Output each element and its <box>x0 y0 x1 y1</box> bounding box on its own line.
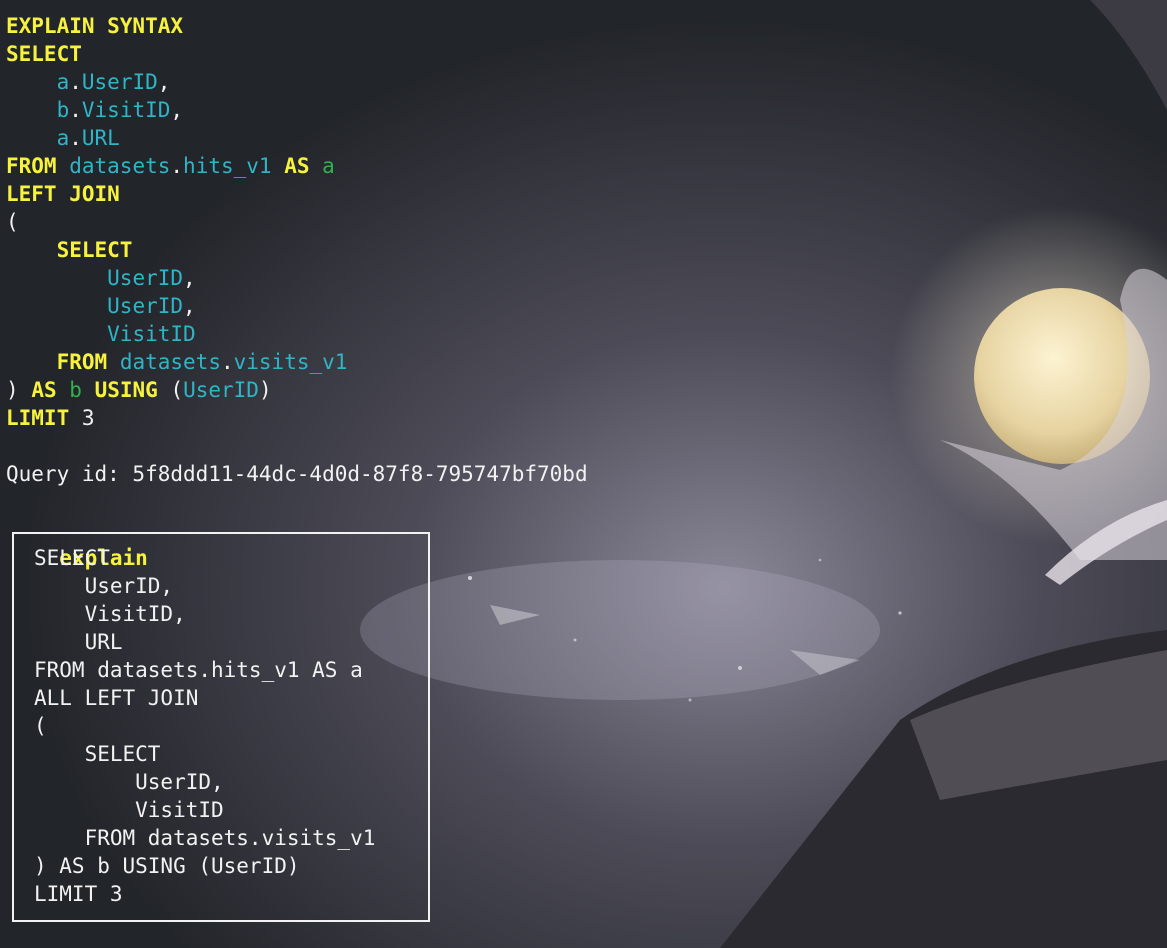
query-token: LEFT JOIN <box>6 182 120 206</box>
query-token <box>6 238 57 262</box>
query-token: b <box>56 98 70 122</box>
query-token <box>6 98 57 122</box>
query-token: . <box>69 70 82 94</box>
query-token: ( <box>157 378 184 402</box>
query-line: a.UserID, <box>6 68 588 96</box>
query-token: visits_v1 <box>233 350 348 374</box>
explain-result-row: URL <box>34 630 123 654</box>
query-token <box>57 378 70 402</box>
query-token: UserID <box>107 294 184 318</box>
query-token <box>6 126 57 150</box>
explain-result-row: SELECT <box>34 742 161 766</box>
explain-result-row: ALL LEFT JOIN <box>34 686 199 710</box>
query-line: LIMIT 3 <box>6 404 588 432</box>
explain-result-row: UserID, <box>34 770 224 794</box>
query-line: a.URL <box>6 124 588 152</box>
query-token: UserID <box>107 266 184 290</box>
query-token <box>6 294 107 318</box>
explain-result-rows: SELECT UserID, VisitID, URL FROM datasets… <box>34 544 375 908</box>
query-token: FROM <box>6 154 57 178</box>
query-line: EXPLAIN SYNTAX <box>6 12 588 40</box>
query-line: Query id: 5f8ddd11-44dc-4d0d-87f8-795747… <box>6 460 588 488</box>
query-line: VisitID <box>6 320 588 348</box>
query-token: , <box>157 70 171 94</box>
query-token: a <box>322 154 335 178</box>
query-line: LEFT JOIN <box>6 180 588 208</box>
query-token <box>6 266 107 290</box>
query-token: EXPLAIN SYNTAX <box>6 14 184 38</box>
explain-result-row: SELECT <box>34 546 110 570</box>
query-token: VisitID <box>107 322 196 346</box>
query-token: hits_v1 <box>183 154 272 178</box>
query-token <box>272 154 285 178</box>
explain-result-row: VisitID, <box>34 602 186 626</box>
query-token: , <box>183 266 196 290</box>
explain-result-row: FROM datasets.visits_v1 <box>34 826 376 850</box>
query-token <box>310 154 323 178</box>
query-token <box>82 378 95 402</box>
query-token: a <box>56 126 70 150</box>
query-token <box>19 378 32 402</box>
query-token <box>6 350 57 374</box>
query-line: SELECT <box>6 40 588 68</box>
query-token: ( <box>6 210 19 234</box>
query-line: ) AS b USING (UserID) <box>6 376 588 404</box>
query-token: UserID <box>81 70 158 94</box>
explain-result-row: FROM datasets.hits_v1 AS a <box>34 658 363 682</box>
query-token <box>107 350 120 374</box>
query-line: FROM datasets.visits_v1 <box>6 348 588 376</box>
query-token: . <box>220 350 234 374</box>
query-token: ) <box>6 378 19 402</box>
query-line: b.VisitID, <box>6 96 588 124</box>
query-token: datasets <box>69 154 171 178</box>
query-token: AS <box>284 154 310 178</box>
query-token: ) <box>258 378 272 402</box>
query-token: b <box>69 378 82 402</box>
query-token: UserID <box>183 378 259 402</box>
explain-result-row: ( <box>34 714 47 738</box>
query-token: a <box>56 70 70 94</box>
query-token: VisitID <box>81 98 171 122</box>
query-token: , <box>170 98 184 122</box>
query-token: SELECT <box>6 42 82 66</box>
query-token: . <box>69 98 82 122</box>
query-token: USING <box>94 378 158 402</box>
query-token: SELECT <box>56 238 133 262</box>
query-token: . <box>69 126 82 150</box>
query-line: ( <box>6 208 588 236</box>
query-token: FROM <box>56 350 108 374</box>
query-token: datasets <box>119 350 221 374</box>
query-line: UserID, <box>6 264 588 292</box>
explain-result-row: LIMIT 3 <box>34 882 123 906</box>
query-token <box>57 154 70 178</box>
query-token: , <box>183 294 196 318</box>
query-token <box>6 70 57 94</box>
query-token: URL <box>81 126 120 150</box>
explain-result-row: UserID, <box>34 574 174 598</box>
terminal-query-text: EXPLAIN SYNTAX SELECT a.UserID, b.VisitID… <box>6 12 588 488</box>
query-token: Query id: 5f8ddd11-44dc-4d0d-87f8-795747… <box>6 462 588 486</box>
query-token: LIMIT <box>6 406 70 430</box>
query-line <box>6 432 588 460</box>
explain-result-row: ) AS b USING (UserID) <box>34 854 300 878</box>
query-token: . <box>170 154 184 178</box>
query-token <box>6 322 107 346</box>
query-line: UserID, <box>6 292 588 320</box>
query-token: AS <box>31 378 57 402</box>
query-token: 3 <box>69 406 95 430</box>
query-line: SELECT <box>6 236 588 264</box>
query-line: FROM datasets.hits_v1 AS a <box>6 152 588 180</box>
explain-result-row: VisitID <box>34 798 224 822</box>
